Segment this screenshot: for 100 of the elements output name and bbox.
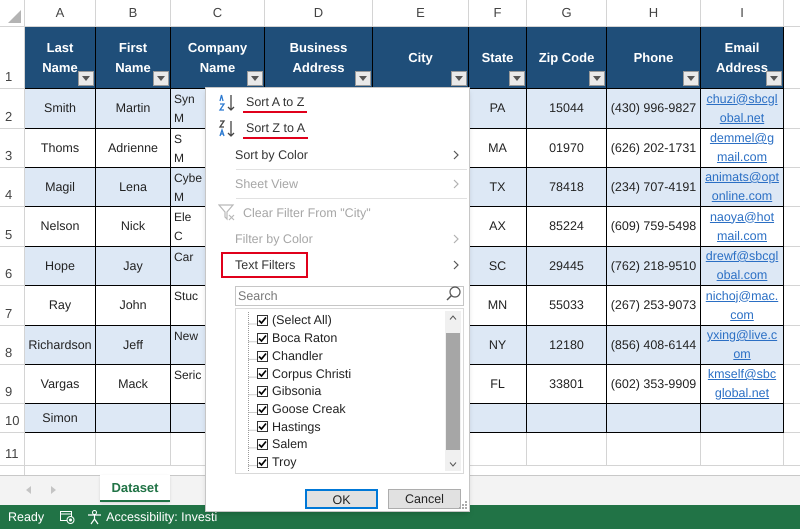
clear-filter-icon xyxy=(218,204,236,222)
table-cell: Vargas xyxy=(25,365,96,404)
table-cell: MA xyxy=(469,129,527,168)
table-cell: SC xyxy=(469,247,527,286)
column-title: City xyxy=(407,48,434,67)
sheet-tab[interactable]: Dataset xyxy=(100,475,170,502)
column-title: Last Name xyxy=(41,38,79,76)
menu-item[interactable]: Text Filters xyxy=(222,253,307,277)
dialog-button[interactable]: Cancel xyxy=(388,489,461,509)
checkbox[interactable] xyxy=(257,456,268,468)
filter-dropdown-button[interactable] xyxy=(247,71,263,86)
table-cell: Thoms xyxy=(25,129,96,168)
checkbox[interactable] xyxy=(257,315,268,326)
resize-grip-icon[interactable] xyxy=(459,501,467,509)
filter-dropdown-button[interactable] xyxy=(766,71,782,86)
caret-icon xyxy=(593,76,601,81)
scrollbar-thumb[interactable] xyxy=(446,332,460,450)
table-cell: (234) 707-4191 xyxy=(607,168,701,207)
table-cell: AX xyxy=(469,207,527,247)
menu-item[interactable]: Sort A to Z xyxy=(210,91,308,115)
table-cell: Hope xyxy=(25,247,96,286)
filter-dropdown-button[interactable] xyxy=(683,71,699,86)
filter-dropdown-button[interactable] xyxy=(78,71,94,86)
table-cell: 85224 xyxy=(527,207,607,247)
table-cell: New xyxy=(171,326,205,365)
filter-dropdown-button[interactable] xyxy=(509,71,525,86)
filter-dropdown-button[interactable] xyxy=(451,71,467,86)
column-title: Zip Code xyxy=(538,48,596,67)
macro-recording-icon[interactable] xyxy=(60,510,76,524)
table-cell: PA xyxy=(469,89,527,129)
table-cell: Adrienne xyxy=(96,129,171,168)
checkbox[interactable] xyxy=(257,439,268,450)
search-icon xyxy=(446,286,461,301)
filter-dropdown-button[interactable] xyxy=(153,71,169,86)
table-cell: Mack xyxy=(96,365,171,404)
table-cell: Smith xyxy=(25,89,96,129)
empty-cell xyxy=(25,433,96,466)
search-field[interactable]: Search xyxy=(235,286,464,306)
filter-value-label[interactable]: Troy xyxy=(272,452,297,472)
filter-dropdown-button[interactable] xyxy=(589,71,605,86)
table-cell: Car xyxy=(171,247,205,286)
filter-value-label[interactable]: Corpus Christi xyxy=(272,364,352,384)
vertical-scrollbar[interactable] xyxy=(445,311,461,471)
table-cell: Ray xyxy=(25,286,96,326)
table-cell: Syn M xyxy=(171,89,205,129)
table-cell: (430) 996-9827 xyxy=(607,89,701,129)
checkbox[interactable] xyxy=(257,350,268,362)
table-cell: John xyxy=(96,286,171,326)
filter-value-label[interactable]: Hastings xyxy=(272,418,321,436)
table-cell: Nelson xyxy=(25,207,96,247)
menu-item[interactable]: Sort by Color xyxy=(210,143,308,167)
table-cell: 12180 xyxy=(527,326,607,365)
table-cell: Martin xyxy=(96,89,171,129)
filter-value-label[interactable]: Chandler xyxy=(272,346,323,366)
filter-value-label[interactable]: (Select All) xyxy=(272,311,332,330)
status-text: Ready xyxy=(8,508,44,526)
filter-value-label[interactable]: Boca Raton xyxy=(272,329,338,348)
filter-value-label[interactable]: Gibsonia xyxy=(272,382,322,401)
row-header[interactable]: 11 xyxy=(0,433,25,466)
scroll-up-icon[interactable] xyxy=(449,315,457,320)
table-cell: 29445 xyxy=(527,247,607,286)
caret-icon xyxy=(251,76,259,81)
checkbox[interactable] xyxy=(257,404,268,415)
caret-icon xyxy=(687,76,695,81)
caret-icon xyxy=(82,76,90,81)
dialog-button[interactable]: OK xyxy=(305,489,378,509)
table-cell: MN xyxy=(469,286,527,326)
table-cell: (856) 408-6144 xyxy=(607,326,701,365)
table-cell: Cybe M xyxy=(171,168,205,207)
table-cell: NY xyxy=(469,326,527,365)
table-cell: (609) 759-5498 xyxy=(607,207,701,247)
column-title: Email Address xyxy=(714,38,770,76)
table-cell: 55033 xyxy=(527,286,607,326)
accessibility-icon[interactable] xyxy=(87,510,102,524)
checkbox[interactable] xyxy=(257,368,268,380)
table-cell: Jeff xyxy=(96,326,171,365)
table-cell: TX xyxy=(469,168,527,207)
filter-dropdown-button[interactable] xyxy=(355,71,371,86)
caret-icon xyxy=(770,76,778,81)
checkbox[interactable] xyxy=(257,386,268,398)
caret-icon xyxy=(359,76,367,81)
accessibility-status[interactable]: Accessibility: Investi xyxy=(106,508,218,526)
table-cell: 15044 xyxy=(527,89,607,129)
menu-item[interactable]: Sort Z to A xyxy=(210,117,308,141)
scroll-down-icon[interactable] xyxy=(449,462,457,467)
caret-icon xyxy=(157,76,165,81)
filter-value-label[interactable]: Goose Creak xyxy=(272,400,346,419)
table-cell: Magil xyxy=(25,168,96,207)
column-title: Company Name xyxy=(186,38,248,76)
email-cell[interactable]: kmself@sbcglobal.net xyxy=(701,365,784,404)
table-cell: (762) 218-9510 xyxy=(607,247,701,286)
checkbox[interactable] xyxy=(257,333,268,344)
table-cell: (626) 202-1731 xyxy=(607,129,701,168)
table-cell: Simon xyxy=(25,404,96,433)
caret-icon xyxy=(455,76,463,81)
checkbox[interactable] xyxy=(257,421,268,432)
table-cell: Richardson xyxy=(25,326,96,365)
filter-value-label[interactable]: Salem xyxy=(272,435,308,454)
table-cell: 33801 xyxy=(527,365,607,404)
table-cell: FL xyxy=(469,365,527,404)
